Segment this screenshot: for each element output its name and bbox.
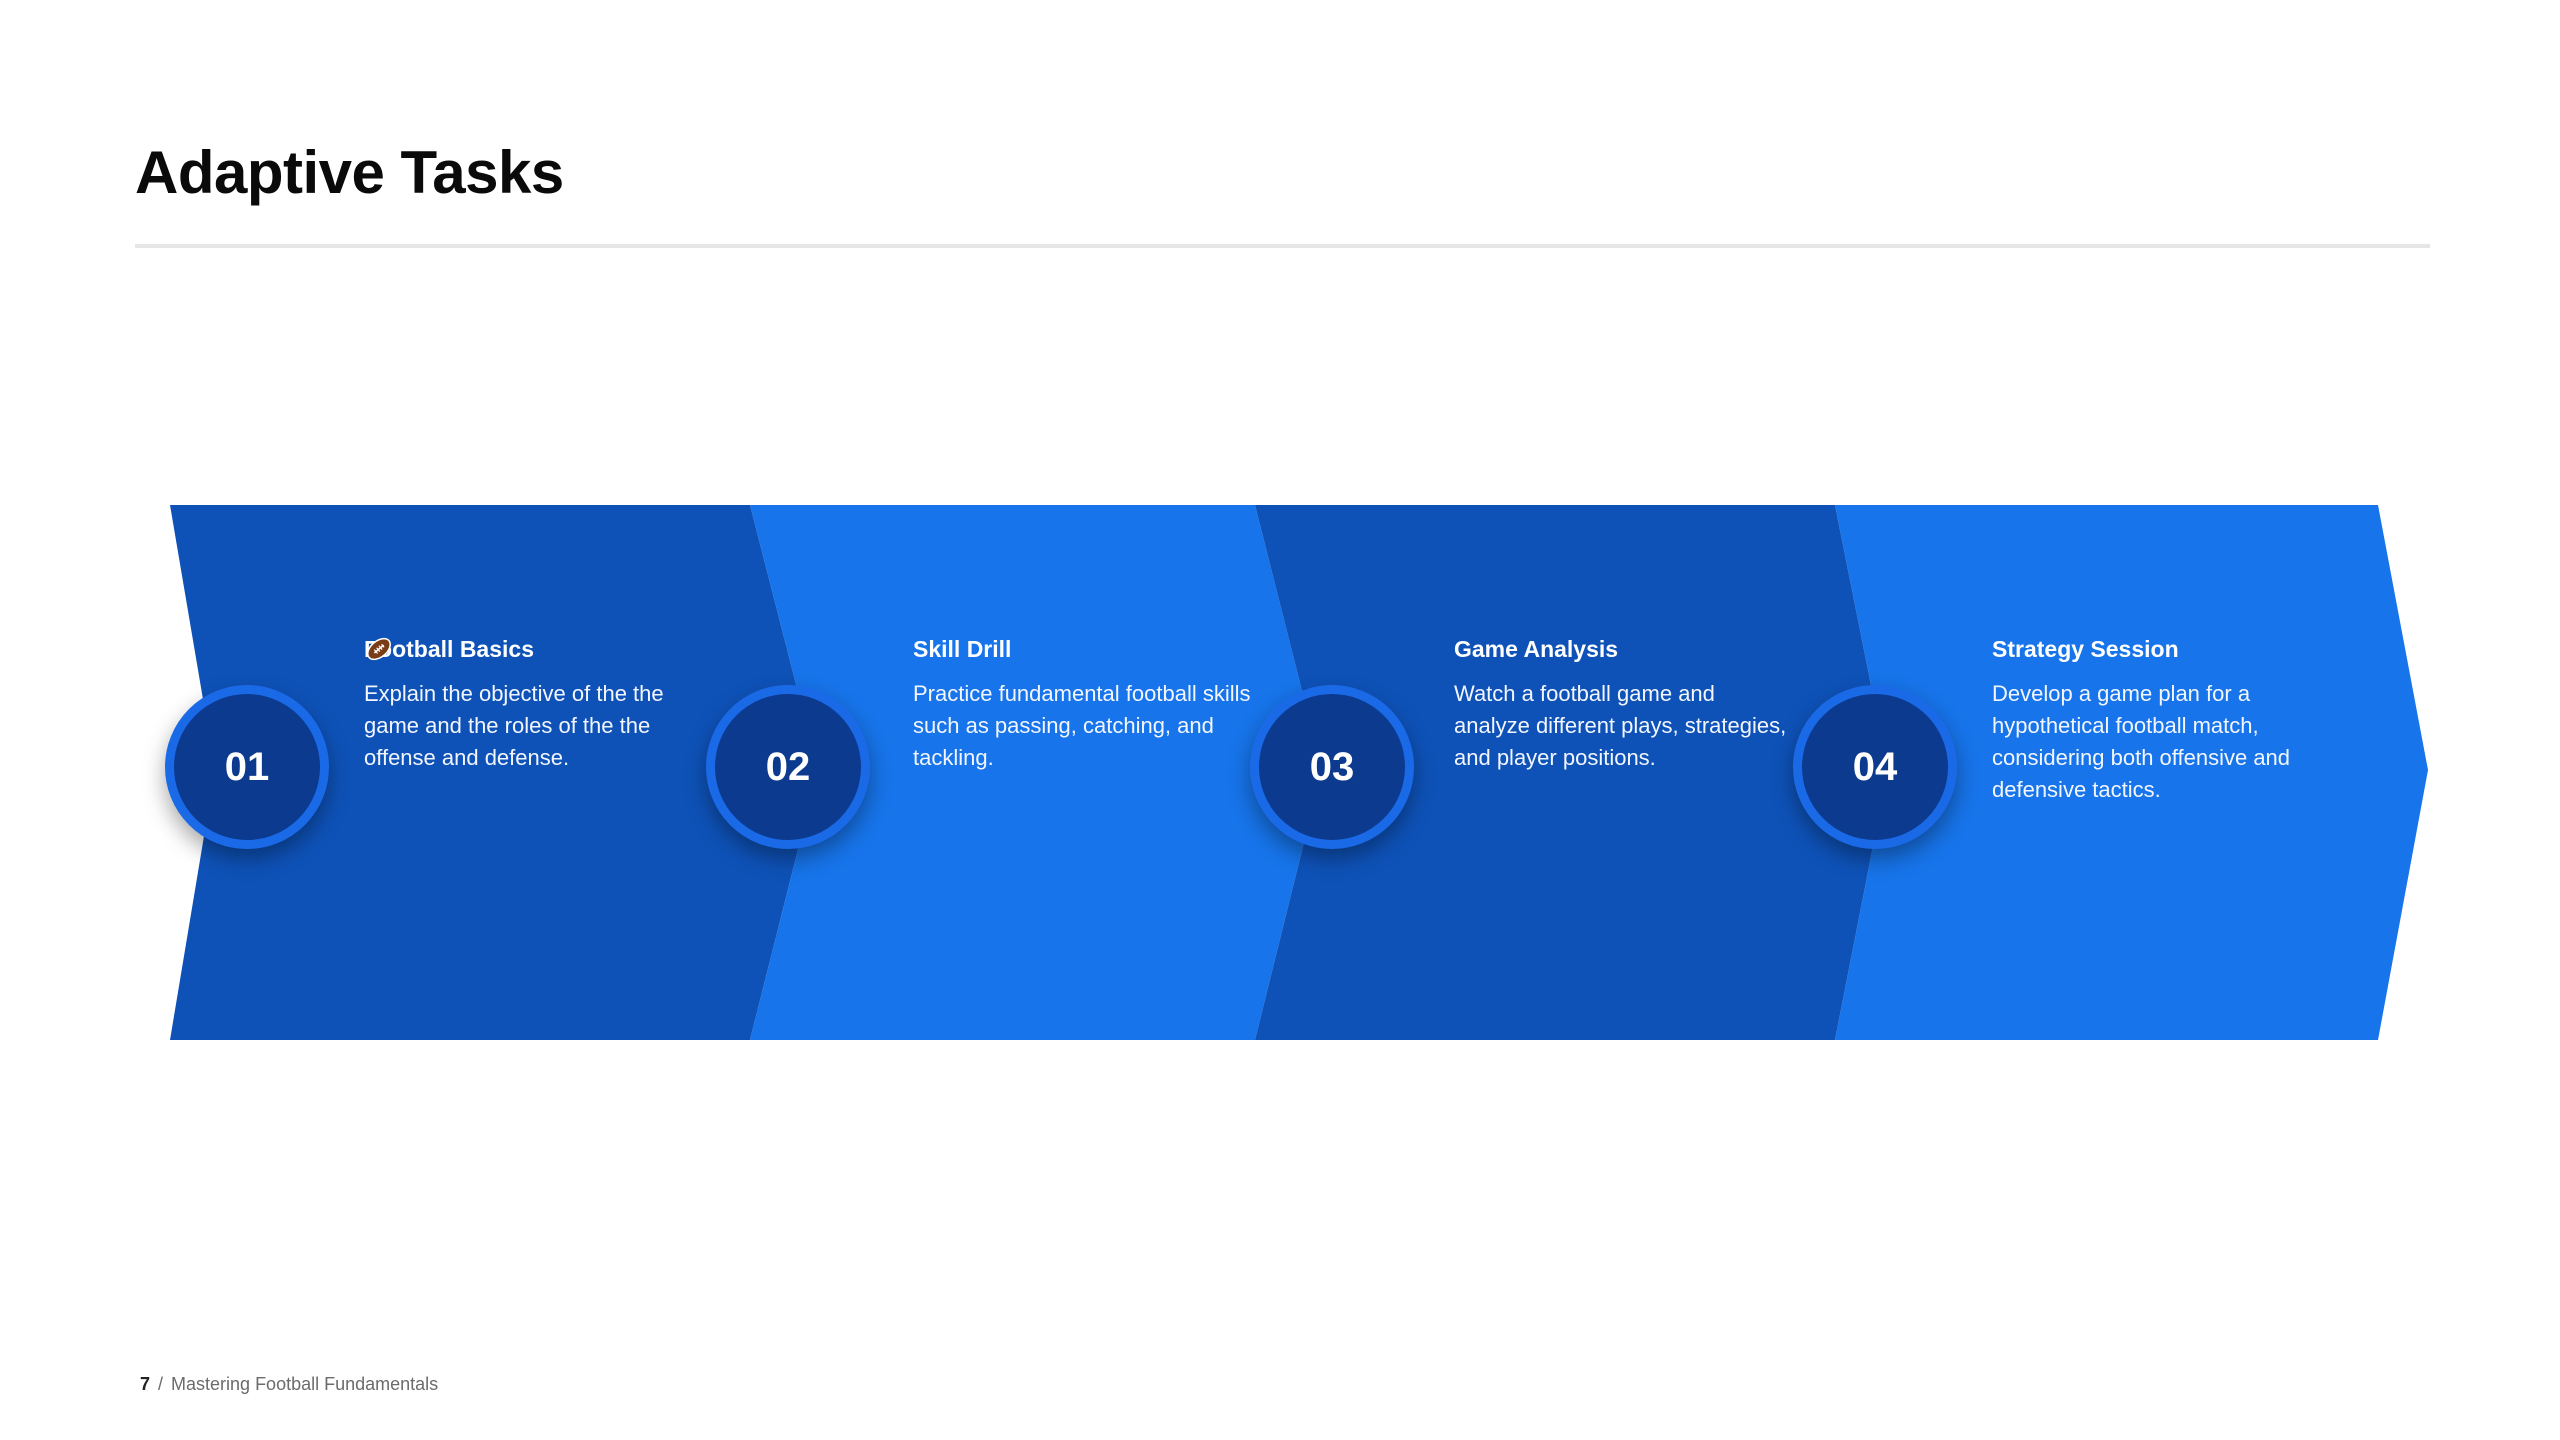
page-number: 7 <box>140 1374 151 1394</box>
step-number: 04 <box>1852 744 1898 789</box>
step-description: Practice fundamental football skills suc… <box>913 681 1251 770</box>
slide: Adaptive Tasks 01 Football Basics Explai… <box>0 0 2560 1440</box>
deck-title: Mastering Football Fundamentals <box>171 1374 439 1394</box>
step-title-row: Strategy Session <box>1992 634 2332 664</box>
step-title-row: Skill Drill <box>913 634 1253 664</box>
step-number-badge: 01 <box>165 685 329 849</box>
step-number-badge: 02 <box>706 685 870 849</box>
football-icon <box>367 637 391 661</box>
footer-separator: / <box>158 1374 164 1394</box>
step-title: Strategy Session <box>1992 636 2179 662</box>
step-title: Game Analysis <box>1454 636 1619 662</box>
step-number: 02 <box>765 744 811 789</box>
step-number-badge: 04 <box>1793 685 1957 849</box>
step-description: Develop a game plan for a hypothetical f… <box>1992 681 2291 802</box>
step-card: Football Basics Explain the objective of… <box>364 634 704 774</box>
step-number: 01 <box>224 744 270 789</box>
step-card: Game Analysis Watch a football game and … <box>1454 634 1794 774</box>
step-number: 03 <box>1309 744 1355 789</box>
slide-footer: 7 / Mastering Football Fundamentals <box>140 1374 438 1395</box>
step-description: Watch a football game and analyze differ… <box>1454 681 1787 770</box>
process-flow: 01 Football Basics Explain the objective… <box>0 0 2560 1440</box>
step-description: Explain the objective of the the game an… <box>364 681 664 770</box>
step-number-badge: 03 <box>1250 685 1414 849</box>
step-card: Strategy Session Develop a game plan for… <box>1992 634 2332 806</box>
step-title-row: Game Analysis <box>1454 634 1794 664</box>
step-title-row: Football Basics <box>364 634 704 664</box>
step-title: Skill Drill <box>913 636 1012 662</box>
step-card: Skill Drill Practice fundamental footbal… <box>913 634 1253 774</box>
